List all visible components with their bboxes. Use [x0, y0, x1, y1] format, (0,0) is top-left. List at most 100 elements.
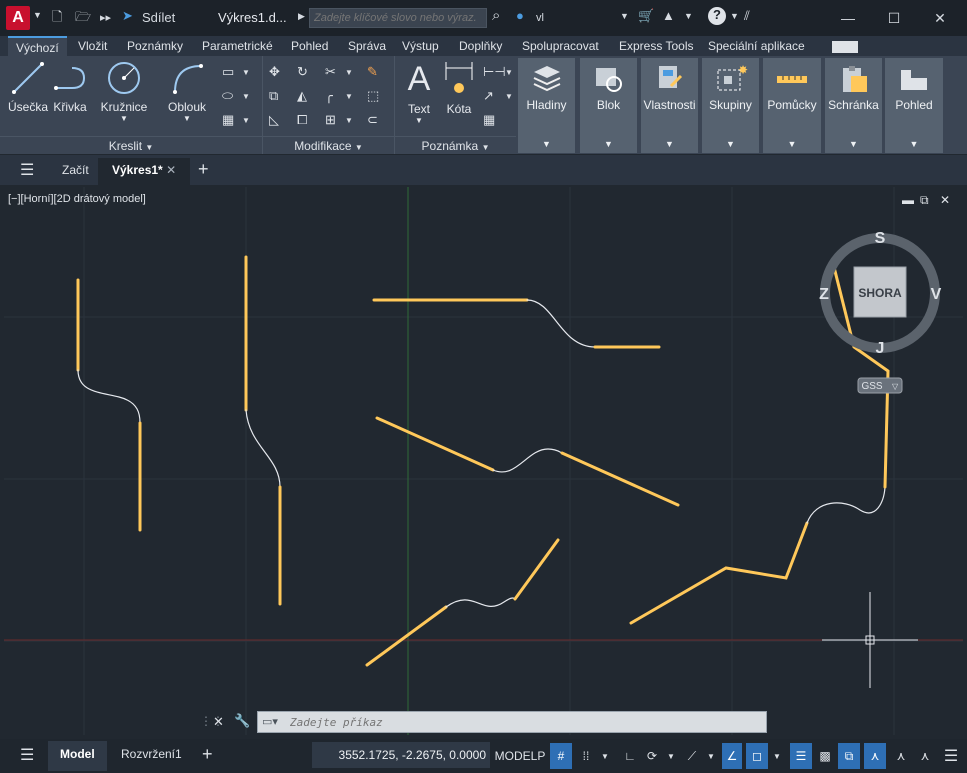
- hatch-dropdown-icon[interactable]: ▼: [242, 116, 250, 125]
- trim-icon[interactable]: ✂: [325, 64, 336, 80]
- help-dropdown-icon[interactable]: ▼: [730, 11, 739, 21]
- ellipse-dropdown-icon[interactable]: ▼: [242, 92, 250, 101]
- command-close-icon[interactable]: ✕: [213, 714, 224, 730]
- viewcube[interactable]: SHORA S J V Z GSS ▽: [819, 230, 942, 394]
- minimize-button[interactable]: —: [830, 6, 866, 30]
- polar-icon[interactable]: ⟳: [642, 743, 662, 769]
- polyline-6a[interactable]: [629, 521, 809, 625]
- tab-output[interactable]: Výstup: [402, 39, 439, 53]
- open-folder-icon[interactable]: 🗁: [75, 8, 91, 30]
- rectangle-dropdown-icon[interactable]: ▼: [242, 68, 250, 77]
- tab-parametric[interactable]: Parametrické: [202, 39, 273, 53]
- polar-dropdown-icon[interactable]: ▼: [664, 743, 678, 769]
- snap-icon[interactable]: ⁞⁞: [576, 743, 596, 769]
- autodesk-dropdown-icon[interactable]: ▼: [684, 11, 693, 21]
- tab-addins[interactable]: Doplňky: [459, 39, 502, 53]
- tab-manage[interactable]: Správa: [348, 39, 386, 53]
- table-icon[interactable]: ▦: [483, 112, 495, 128]
- tab-model[interactable]: Model: [48, 741, 107, 771]
- erase-icon[interactable]: ✎: [367, 64, 378, 80]
- more-tools-icon[interactable]: ▸▸: [100, 11, 111, 24]
- annotation-panel-footer[interactable]: Poznámka ▼: [395, 136, 516, 154]
- block-tile[interactable]: Blok ▼: [580, 58, 637, 153]
- linear-dim-dropdown-icon[interactable]: ▼: [505, 68, 513, 77]
- user-name[interactable]: vl: [536, 12, 544, 24]
- lineweight-icon[interactable]: ☰: [790, 743, 812, 769]
- close-button[interactable]: ✕: [922, 6, 958, 30]
- new-file-icon[interactable]: 🗋: [52, 8, 62, 30]
- object-snap-tracking-icon[interactable]: ∠: [722, 743, 742, 769]
- rotate-icon[interactable]: ↻: [297, 64, 308, 80]
- drawing-viewport[interactable]: SHORA S J V Z GSS ▽ [−][Horní][2D drátov…: [4, 187, 963, 735]
- arc-button[interactable]: Oblouk ▼: [164, 60, 210, 123]
- explode-icon[interactable]: ⬚: [367, 88, 379, 104]
- ellipse-icon[interactable]: ⬭: [222, 88, 233, 104]
- app-menu-dropdown-icon[interactable]: ▼: [33, 10, 42, 20]
- command-input[interactable]: [290, 714, 760, 730]
- text-button[interactable]: A Text ▼: [401, 60, 437, 125]
- polyline-button[interactable]: Křivka: [50, 60, 90, 114]
- linear-dim-icon[interactable]: ⊢⊣: [483, 64, 506, 80]
- fillet-icon[interactable]: ╭: [325, 88, 333, 104]
- grid-icon[interactable]: #: [550, 743, 572, 769]
- text-dropdown-icon[interactable]: ▼: [401, 116, 437, 125]
- leader-dropdown-icon[interactable]: ▼: [505, 92, 513, 101]
- title-arrow-icon[interactable]: ▶: [298, 11, 305, 22]
- curve-5[interactable]: [445, 597, 516, 608]
- selection-cycling-icon[interactable]: ⧉: [838, 743, 860, 769]
- viewport-minimize-icon[interactable]: ▬: [902, 193, 914, 207]
- cart-icon[interactable]: 🛒: [638, 8, 654, 24]
- copy-icon[interactable]: ⧉: [269, 88, 278, 104]
- file-tabs-menu-icon[interactable]: ☰: [20, 160, 34, 180]
- move-icon[interactable]: ✥: [269, 64, 280, 80]
- command-customize-icon[interactable]: 🔧: [234, 713, 250, 729]
- viewport-close-icon[interactable]: ✕: [940, 193, 950, 207]
- annotation-visibility-icon[interactable]: ⋏: [864, 743, 886, 769]
- object-snap-icon[interactable]: ◻: [746, 743, 768, 769]
- modify-panel-footer[interactable]: Modifikace ▼: [263, 136, 394, 154]
- stretch-icon[interactable]: ◺: [269, 112, 279, 128]
- array-dropdown-icon[interactable]: ▼: [345, 116, 353, 125]
- viewport-controls-label[interactable]: [−][Horní][2D drátový model]: [8, 193, 146, 205]
- viewport-restore-icon[interactable]: ⧉: [920, 193, 929, 208]
- trim-dropdown-icon[interactable]: ▼: [345, 68, 353, 77]
- curve-2[interactable]: [245, 409, 281, 488]
- viewcube-east[interactable]: V: [931, 286, 942, 303]
- transparency-icon[interactable]: ▩: [814, 743, 836, 769]
- more-dropdown-icon[interactable]: ▼: [620, 11, 629, 21]
- tab-express-tools[interactable]: Express Tools: [619, 39, 693, 53]
- curve-1[interactable]: [77, 369, 141, 424]
- tab-home[interactable]: Výchozí: [8, 36, 67, 56]
- tab-featured-apps[interactable]: Speciální aplikace: [708, 39, 805, 53]
- tab-drawing1[interactable]: Výkres1* ✕: [98, 158, 191, 185]
- curve-3[interactable]: [526, 299, 596, 348]
- share-button[interactable]: Sdílet: [142, 10, 175, 25]
- rectangle-icon[interactable]: ▭: [222, 64, 234, 80]
- viewcube-south[interactable]: J: [876, 340, 885, 357]
- annotation-scale-icon[interactable]: ⋏: [914, 743, 936, 769]
- line-button[interactable]: Úsečka: [6, 60, 50, 114]
- coordinates-readout[interactable]: 3552.1725, -2.2675, 0.0000: [312, 742, 490, 768]
- tab-view[interactable]: Pohled: [291, 39, 328, 53]
- app-menu-button[interactable]: A: [6, 6, 30, 30]
- offset-icon[interactable]: ⊂: [367, 112, 378, 128]
- clipboard-tile[interactable]: Schránka ▼: [825, 58, 882, 153]
- connect-icon[interactable]: ⫽: [744, 8, 750, 24]
- array-icon[interactable]: ⊞: [325, 112, 336, 128]
- hatch-icon[interactable]: ▦: [222, 112, 234, 128]
- share-icon[interactable]: ➤: [122, 8, 133, 24]
- viewcube-west[interactable]: Z: [819, 286, 829, 303]
- tab-collaborate[interactable]: Spolupracovat: [522, 39, 599, 53]
- ortho-icon[interactable]: ∟: [620, 743, 640, 769]
- autodesk-icon[interactable]: ▲: [662, 8, 675, 23]
- tab-annotate[interactable]: Poznámky: [127, 39, 183, 53]
- tab-layout1[interactable]: Rozvržení1: [121, 747, 182, 761]
- snap-dropdown-icon[interactable]: ▼: [598, 743, 612, 769]
- ribbon-toggle-icon[interactable]: [832, 41, 858, 53]
- scale-icon[interactable]: ⧠: [297, 112, 307, 128]
- new-tab-icon[interactable]: +: [198, 159, 209, 180]
- segment-5b[interactable]: [513, 538, 560, 601]
- circle-button[interactable]: Kružnice ▼: [96, 60, 152, 123]
- help-icon[interactable]: ?: [708, 7, 726, 25]
- maximize-button[interactable]: ☐: [876, 6, 912, 30]
